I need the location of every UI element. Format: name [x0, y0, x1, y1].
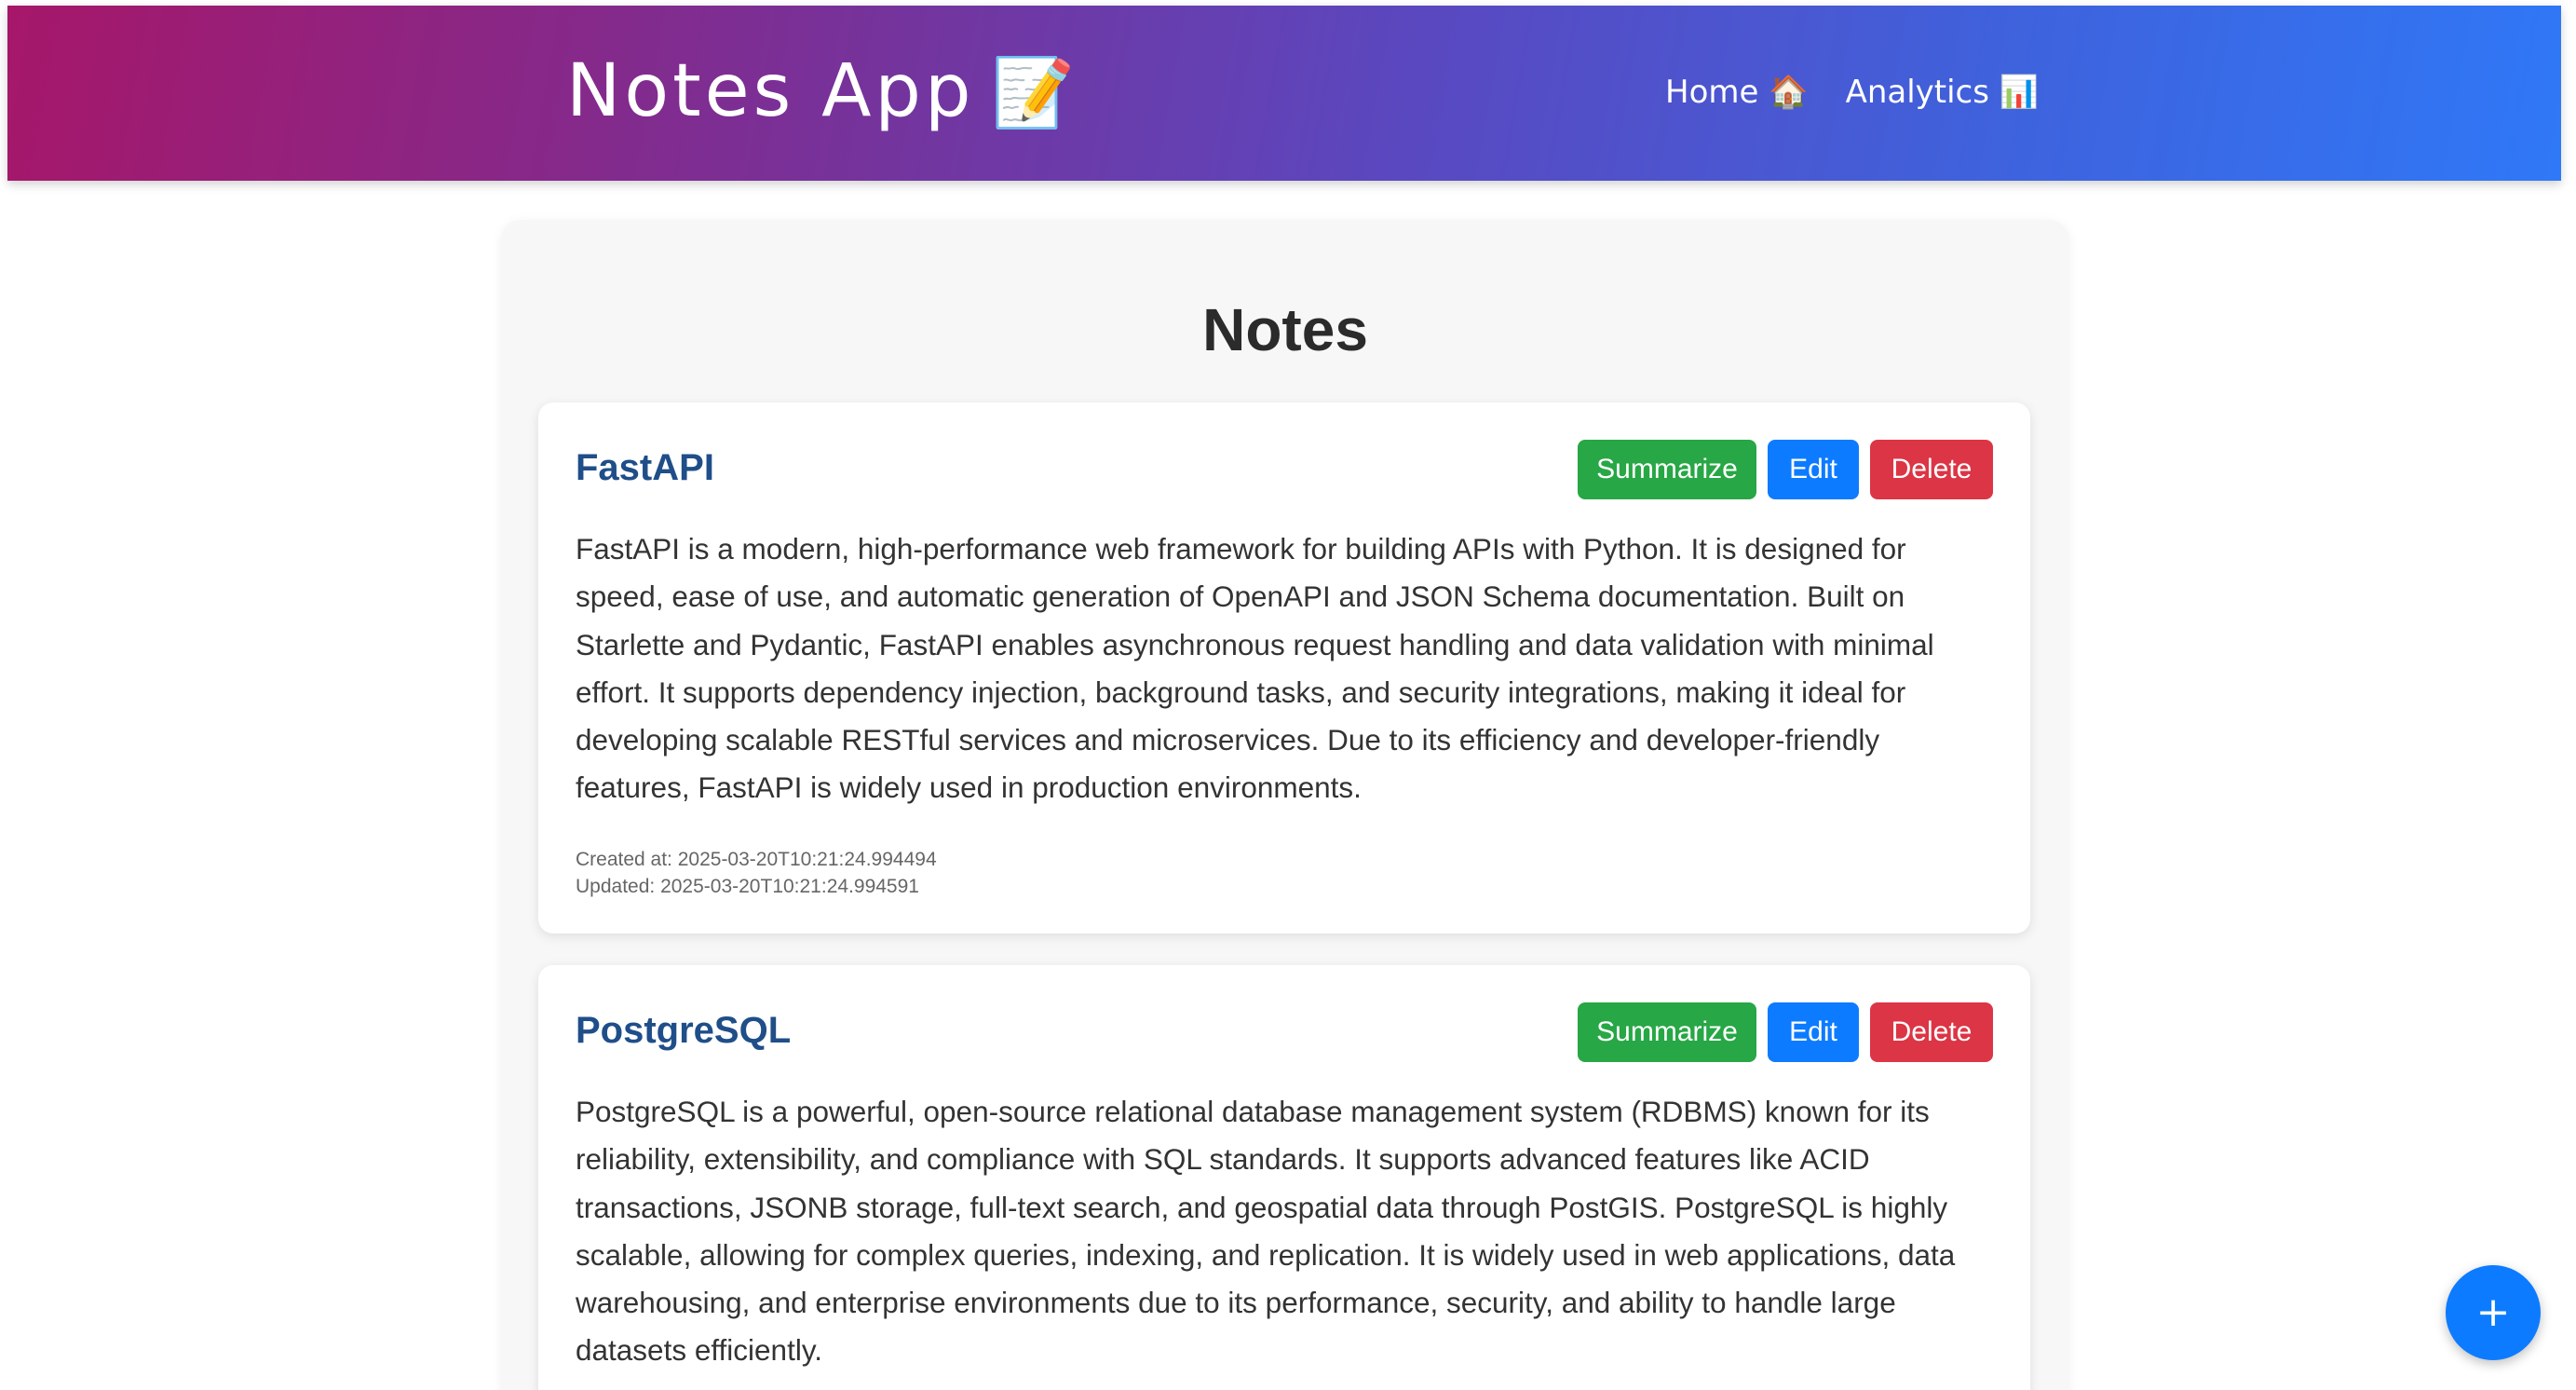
- note-content: PostgreSQL is a powerful, open-source re…: [576, 1095, 1956, 1368]
- note-card: FastAPI Summarize Edit Delete FastAPI is…: [538, 402, 2030, 933]
- note-card: PostgreSQL Summarize Edit Delete Postgre…: [538, 965, 2030, 1390]
- note-content: FastAPI is a modern, high-performance we…: [576, 532, 1934, 805]
- edit-button[interactable]: Edit: [1768, 1002, 1859, 1062]
- note-timestamps: Created at: 2025-03-20T10:21:24.994494 U…: [576, 846, 937, 900]
- notes-page: Notes App 📝 Home 🏠 Analytics 📊 Notes Fast…: [0, 0, 2576, 1390]
- note-actions: Summarize Edit Delete: [1578, 1002, 1993, 1062]
- note-title: FastAPI: [576, 447, 714, 488]
- note-actions: Summarize Edit Delete: [1578, 440, 1993, 499]
- delete-button[interactable]: Delete: [1870, 440, 1993, 499]
- add-note-button[interactable]: +: [2446, 1265, 2541, 1360]
- notes-panel: Notes FastAPI Summarize Edit Delete Fast…: [501, 220, 2069, 1390]
- app-brand[interactable]: Notes App 📝: [566, 45, 1078, 139]
- edit-button[interactable]: Edit: [1768, 440, 1859, 499]
- summarize-button[interactable]: Summarize: [1578, 440, 1756, 499]
- delete-button[interactable]: Delete: [1870, 1002, 1993, 1062]
- summarize-button[interactable]: Summarize: [1578, 1002, 1756, 1062]
- brand-title: Notes App: [566, 49, 975, 133]
- note-title: PostgreSQL: [576, 1010, 792, 1051]
- note-created-at: Created at: 2025-03-20T10:21:24.994494: [576, 849, 937, 870]
- note-updated-at: Updated: 2025-03-20T10:21:24.994591: [576, 876, 919, 897]
- memo-icon: 📝: [991, 53, 1079, 131]
- app-header: Notes App 📝 Home 🏠 Analytics 📊: [7, 6, 2561, 181]
- main-nav: Home 🏠 Analytics 📊: [1665, 71, 2039, 114]
- nav-home-link[interactable]: Home 🏠: [1665, 71, 1809, 114]
- page-title: Notes: [1202, 296, 1368, 363]
- nav-analytics-link[interactable]: Analytics 📊: [1846, 71, 2040, 114]
